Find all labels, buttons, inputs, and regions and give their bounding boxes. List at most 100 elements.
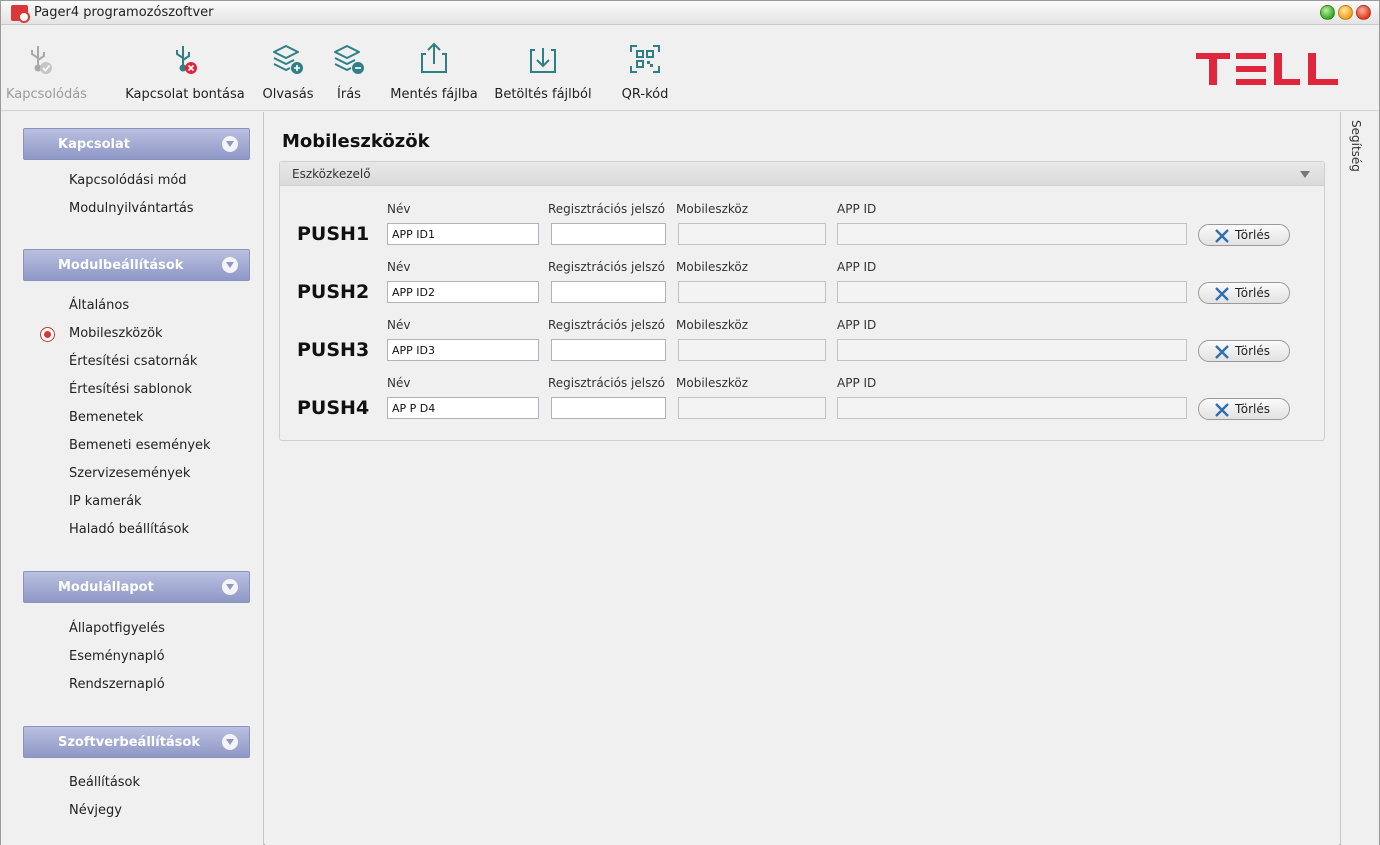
name-label: Név — [387, 376, 411, 390]
push-label: PUSH4 — [297, 397, 370, 419]
name-input[interactable] — [387, 223, 539, 245]
help-side-tab[interactable]: Segítség — [1340, 112, 1379, 845]
window-title: Pager4 programozószoftver — [34, 5, 214, 20]
app-id-label: APP ID — [837, 376, 877, 390]
sidebar-item-connection-mode[interactable]: Kapcsolódási mód — [69, 173, 187, 188]
panel-title: Eszközkezelő — [292, 167, 371, 181]
delete-button[interactable]: Törlés — [1198, 340, 1290, 362]
mobile-device-field — [678, 397, 826, 419]
app-id-field — [837, 281, 1187, 303]
section-header-module-settings[interactable]: Modulbeállítások — [23, 249, 250, 281]
usb-disconnect-icon — [176, 46, 197, 74]
device-row: PUSH2 Név Regisztrációs jelszó Mobileszk… — [280, 256, 1324, 312]
sidebar-item-module-registry[interactable]: Modulnyilvántartás — [69, 201, 194, 216]
upload-icon — [421, 42, 447, 73]
sidebar-item-settings[interactable]: Beállítások — [69, 775, 140, 790]
read-layers-icon — [273, 45, 303, 74]
name-input[interactable] — [387, 339, 539, 361]
name-input[interactable] — [387, 397, 539, 419]
delete-button[interactable]: Törlés — [1198, 282, 1290, 304]
delete-button[interactable]: Törlés — [1198, 224, 1290, 246]
sidebar: Kapcsolat Kapcsolódási mód Modulnyilvánt… — [1, 112, 264, 845]
close-button[interactable] — [1356, 5, 1371, 20]
mobile-device-label: Mobileszköz — [676, 318, 749, 332]
maximize-button[interactable] — [1338, 5, 1353, 20]
close-icon — [1215, 345, 1229, 359]
selected-indicator-icon — [40, 327, 55, 342]
title-bar: Pager4 programozószoftver — [1, 1, 1379, 25]
connect-label: Kapcsolódás — [6, 87, 87, 102]
sidebar-item-notification-templates[interactable]: Értesítési sablonok — [69, 382, 192, 397]
section-header-module-status[interactable]: Modulállapot — [23, 571, 250, 603]
qr-code-icon — [630, 45, 660, 73]
push-label: PUSH1 — [297, 223, 370, 245]
mobile-device-field — [678, 281, 826, 303]
delete-label: Törlés — [1235, 344, 1271, 358]
name-label: Név — [387, 202, 411, 216]
read-button[interactable]: Olvasás — [257, 40, 319, 110]
section-title: Szoftverbeállítások — [58, 735, 200, 750]
reg-password-input[interactable] — [551, 397, 666, 419]
save-file-button[interactable]: Mentés fájlba — [386, 40, 482, 110]
sidebar-item-mobile-devices[interactable]: Mobileszközök — [69, 326, 163, 341]
name-label: Név — [387, 260, 411, 274]
load-file-button[interactable]: Betöltés fájlból — [484, 40, 602, 110]
app-window: Pager4 programozószoftver Kapcsolódás Ka… — [0, 0, 1380, 845]
sidebar-item-advanced-settings[interactable]: Haladó beállítások — [69, 522, 189, 537]
collapse-icon[interactable] — [222, 734, 238, 750]
write-layers-icon — [334, 45, 364, 74]
sidebar-item-service-events[interactable]: Szervizesemények — [69, 466, 190, 481]
delete-label: Törlés — [1235, 402, 1271, 416]
mobile-device-label: Mobileszköz — [676, 202, 749, 216]
sidebar-item-event-log[interactable]: Eseménynapló — [69, 649, 165, 664]
sidebar-item-general[interactable]: Általános — [69, 298, 129, 313]
mobile-device-field — [678, 223, 826, 245]
usb-connect-icon — [31, 46, 52, 74]
device-row: PUSH4 Név Regisztrációs jelszó Mobileszk… — [280, 372, 1324, 428]
sidebar-item-ip-cameras[interactable]: IP kamerák — [69, 494, 142, 509]
reg-password-input[interactable] — [551, 281, 666, 303]
load-file-label: Betöltés fájlból — [494, 87, 592, 102]
sidebar-item-inputs[interactable]: Bemenetek — [69, 410, 143, 425]
minimize-button[interactable] — [1320, 5, 1335, 20]
toolbar: Kapcsolódás Kapcsolat bontása Olvasás Ír… — [1, 26, 1379, 111]
app-id-label: APP ID — [837, 260, 877, 274]
delete-button[interactable]: Törlés — [1198, 398, 1290, 420]
reg-password-input[interactable] — [551, 339, 666, 361]
sidebar-item-input-events[interactable]: Bemeneti események — [69, 438, 211, 453]
section-title: Modulállapot — [58, 580, 154, 595]
push-label: PUSH2 — [297, 281, 370, 303]
write-button[interactable]: Írás — [325, 40, 373, 110]
collapse-icon[interactable] — [222, 136, 238, 152]
reg-password-input[interactable] — [551, 223, 666, 245]
collapse-arrow-icon[interactable] — [1300, 171, 1310, 178]
name-input[interactable] — [387, 281, 539, 303]
mobile-device-label: Mobileszköz — [676, 376, 749, 390]
name-label: Név — [387, 318, 411, 332]
app-icon — [11, 5, 30, 23]
reg-password-label: Regisztrációs jelszó — [548, 376, 665, 390]
app-id-field — [837, 397, 1187, 419]
section-header-software-settings[interactable]: Szoftverbeállítások — [23, 726, 250, 758]
sidebar-item-notification-channels[interactable]: Értesítési csatornák — [69, 354, 197, 369]
push-label: PUSH3 — [297, 339, 370, 361]
panel-header[interactable]: Eszközkezelő — [280, 162, 1324, 186]
app-id-label: APP ID — [837, 318, 877, 332]
disconnect-button[interactable]: Kapcsolat bontása — [121, 40, 249, 110]
tell-logo — [1196, 53, 1338, 85]
section-header-connection[interactable]: Kapcsolat — [23, 128, 250, 160]
sidebar-item-system-log[interactable]: Rendszernapló — [69, 677, 165, 692]
reg-password-label: Regisztrációs jelszó — [548, 202, 665, 216]
connect-button[interactable]: Kapcsolódás — [6, 40, 87, 110]
app-id-field — [837, 223, 1187, 245]
sidebar-item-about[interactable]: Névjegy — [69, 803, 122, 818]
collapse-icon[interactable] — [222, 257, 238, 273]
device-row: PUSH3 Név Regisztrációs jelszó Mobileszk… — [280, 314, 1324, 370]
section-title: Modulbeállítások — [58, 258, 184, 273]
app-id-label: APP ID — [837, 202, 877, 216]
sidebar-item-status-monitoring[interactable]: Állapotfigyelés — [69, 621, 165, 636]
main-content: Mobileszközök Eszközkezelő PUSH1 Név Reg… — [265, 112, 1339, 845]
collapse-icon[interactable] — [222, 579, 238, 595]
mobile-device-field — [678, 339, 826, 361]
qr-code-button[interactable]: QR-kód — [612, 40, 678, 110]
